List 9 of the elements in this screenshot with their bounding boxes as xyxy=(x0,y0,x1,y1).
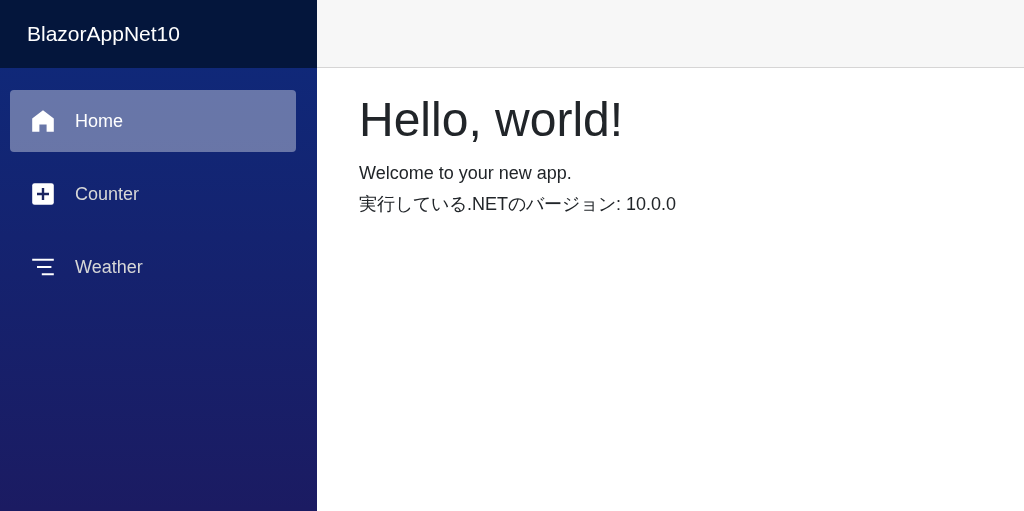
house-icon xyxy=(31,109,55,133)
nav-link[interactable]: Counter xyxy=(10,163,296,225)
app-title[interactable]: BlazorAppNet10 xyxy=(27,22,180,46)
page-heading: Hello, world! xyxy=(359,92,625,147)
nav-link[interactable]: Weather xyxy=(10,236,296,298)
nav-link[interactable]: Home xyxy=(10,90,296,152)
plus-icon xyxy=(31,182,55,206)
paragraph: Welcome to your new app. xyxy=(359,163,573,184)
paragraph: 実行している.NETのバージョン: 10.0.0 xyxy=(359,193,678,216)
